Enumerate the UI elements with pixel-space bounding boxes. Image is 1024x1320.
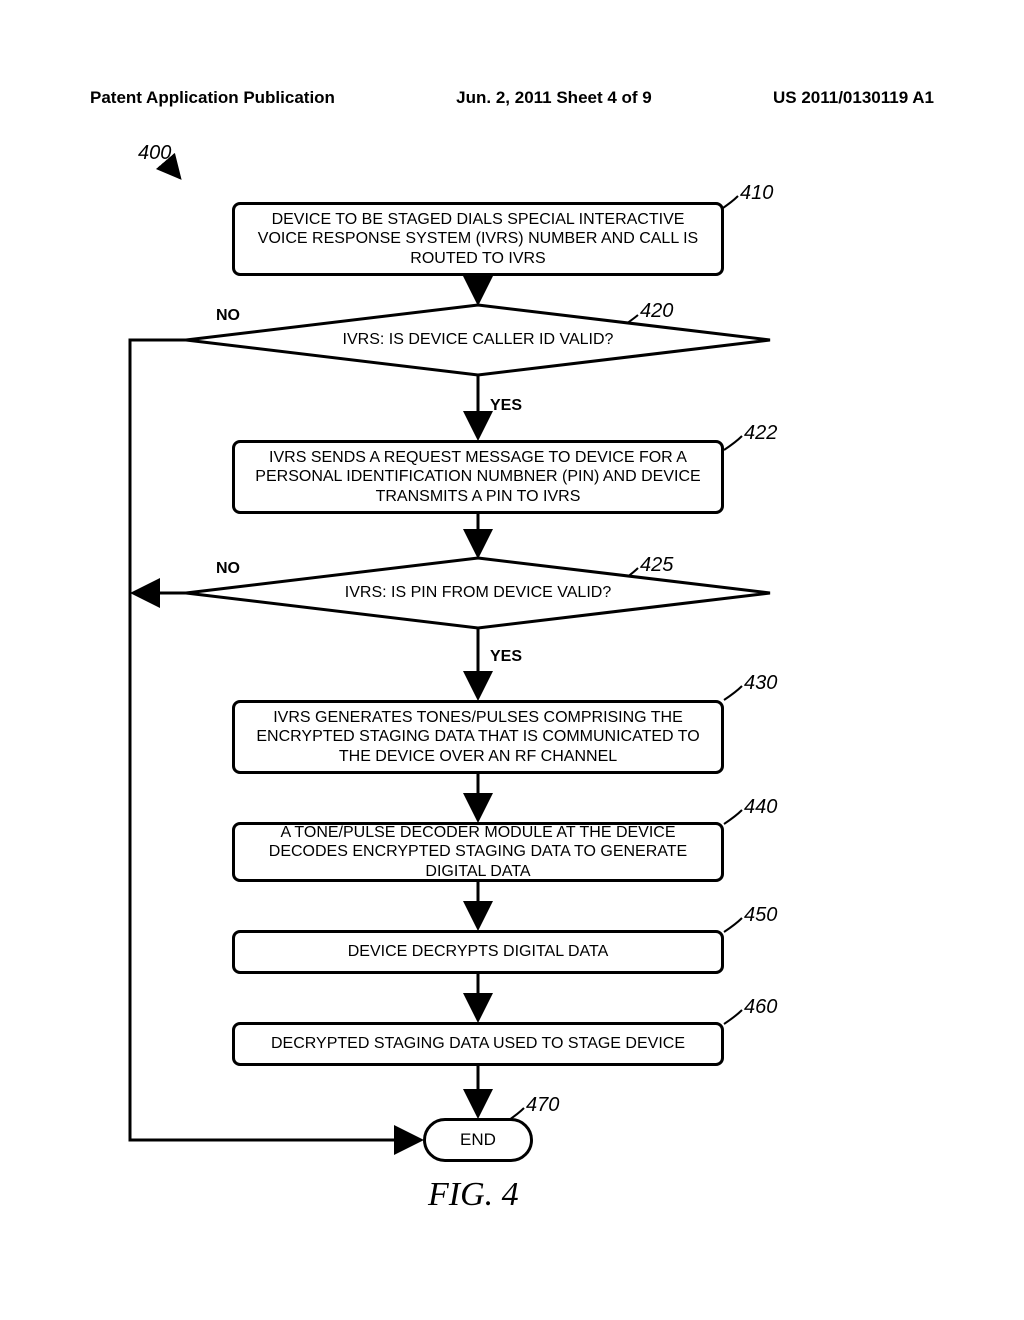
label-no-425: NO: [216, 560, 240, 578]
flowchart-svg: [0, 150, 1024, 1230]
ref-470: 470: [526, 1094, 559, 1117]
step-440: A TONE/PULSE DECODER MODULE AT THE DEVIC…: [232, 822, 724, 882]
ref-400: 400: [138, 142, 171, 165]
figure-4: 400 410 420 422 425 430 440 450 460 470 …: [0, 150, 1024, 1230]
step-430: IVRS GENERATES TONES/PULSES COMPRISING T…: [232, 700, 724, 774]
page-header: Patent Application Publication Jun. 2, 2…: [0, 88, 1024, 108]
ref-430: 430: [744, 672, 777, 695]
ref-460: 460: [744, 996, 777, 1019]
step-450: DEVICE DECRYPTS DIGITAL DATA: [232, 930, 724, 974]
label-no-420: NO: [216, 307, 240, 325]
ref-420: 420: [640, 300, 673, 323]
header-left: Patent Application Publication: [90, 88, 335, 108]
ref-440: 440: [744, 796, 777, 819]
ref-410: 410: [740, 182, 773, 205]
step-460: DECRYPTED STAGING DATA USED TO STAGE DEV…: [232, 1022, 724, 1066]
label-yes-425: YES: [490, 648, 522, 666]
ref-450: 450: [744, 904, 777, 927]
header-right: US 2011/0130119 A1: [773, 88, 934, 108]
figure-caption: FIG. 4: [428, 1176, 519, 1214]
step-422: IVRS SENDS A REQUEST MESSAGE TO DEVICE F…: [232, 440, 724, 514]
header-center: Jun. 2, 2011 Sheet 4 of 9: [456, 88, 652, 108]
ref-422: 422: [744, 422, 777, 445]
label-yes-420: YES: [490, 397, 522, 415]
terminator-end: END: [423, 1118, 533, 1162]
step-410: DEVICE TO BE STAGED DIALS SPECIAL INTERA…: [232, 202, 724, 276]
ref-425: 425: [640, 554, 673, 577]
